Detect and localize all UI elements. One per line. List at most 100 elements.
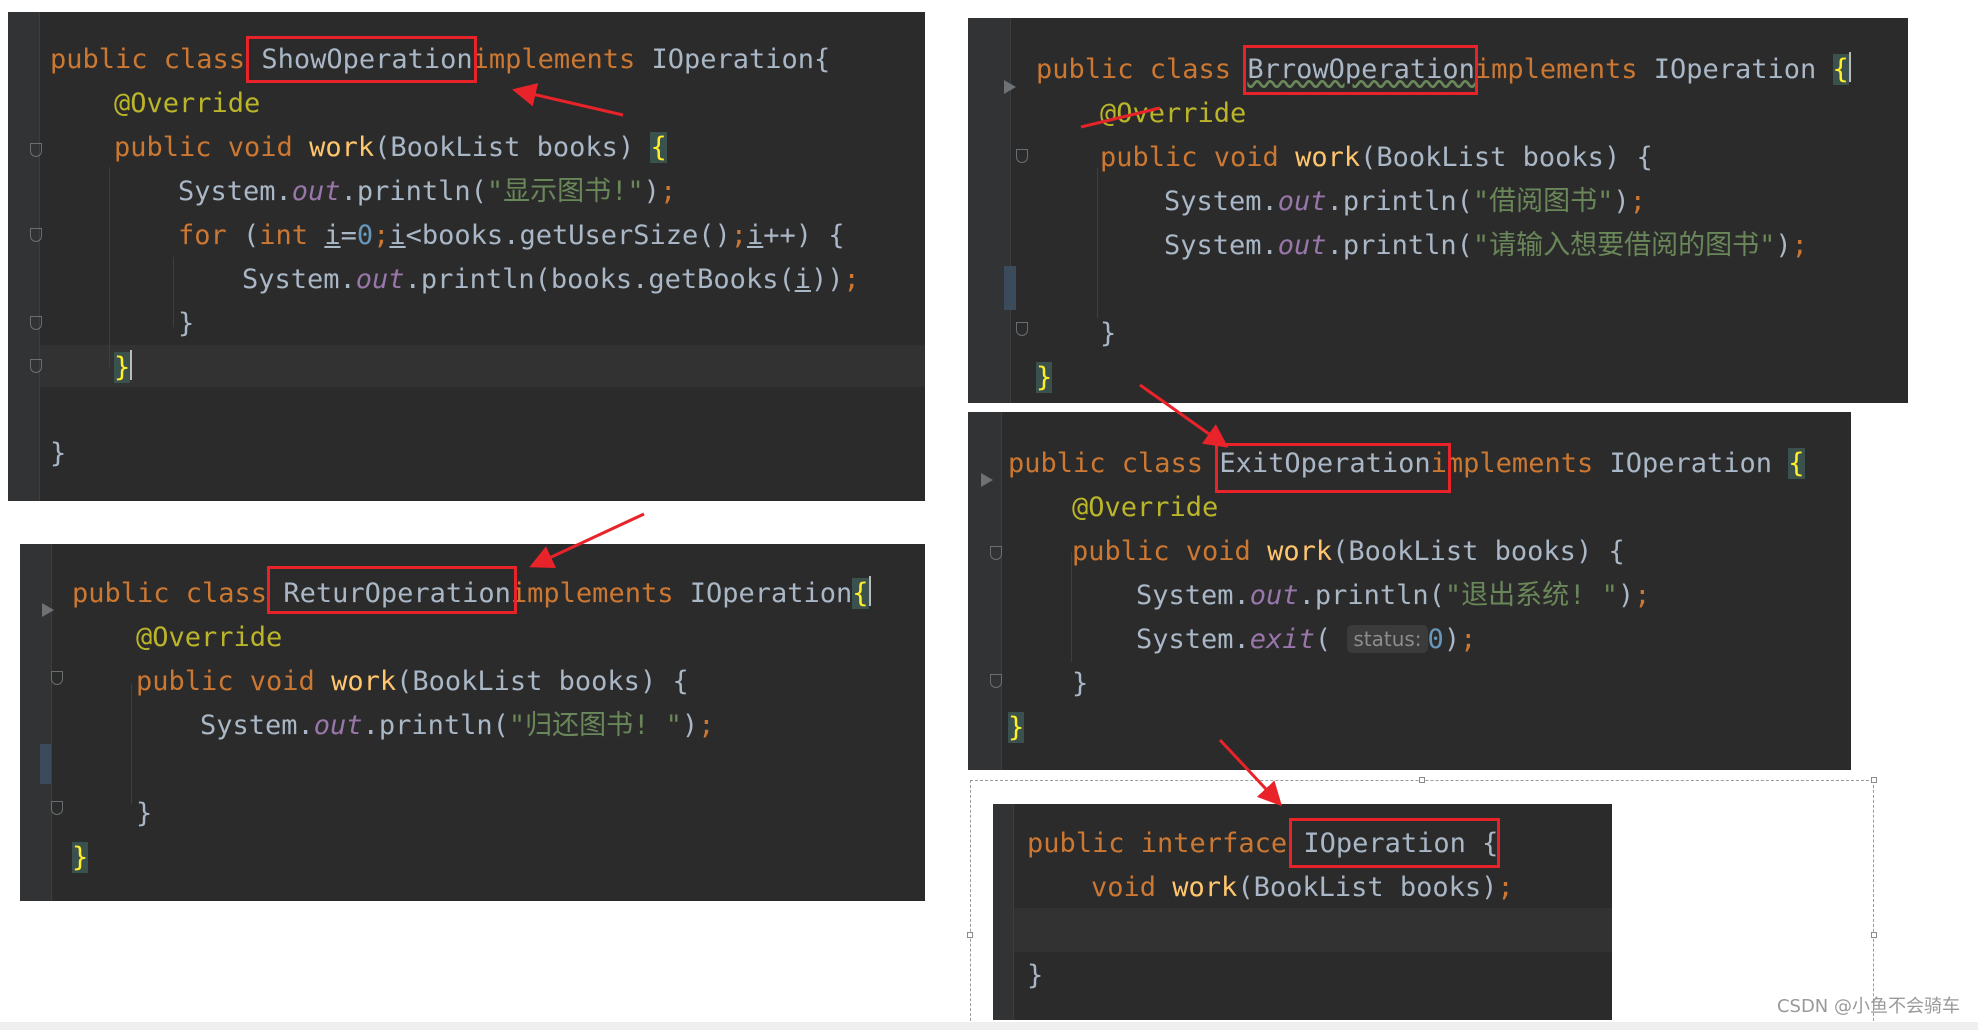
variable: i xyxy=(747,220,764,251)
code-line-method-signature[interactable]: public void work(BookList books) { xyxy=(1072,532,1625,572)
code-token: .println( xyxy=(1298,580,1445,611)
keyword: implements xyxy=(1430,448,1594,479)
method-name: work xyxy=(1295,142,1361,173)
code-line-close-method[interactable]: } xyxy=(1072,664,1088,704)
code-token: ) xyxy=(1443,624,1461,655)
code-line-println[interactable]: System.out.println("借阅图书"); xyxy=(1164,182,1646,222)
matched-brace: { xyxy=(1832,54,1849,85)
code-line-method-signature[interactable]: public void work(BookList books) { xyxy=(114,128,667,168)
code-token: <books.getUserSize() xyxy=(405,220,731,251)
code-token: System. xyxy=(1136,580,1250,611)
parameters: (BookList books) xyxy=(1237,872,1498,903)
matched-brace: { xyxy=(852,578,869,609)
code-line-close-interface[interactable]: } xyxy=(1027,956,1043,996)
static-field: out xyxy=(291,176,341,207)
fold-end-marker-icon[interactable] xyxy=(1016,322,1028,336)
string-literal: "借阅图书" xyxy=(1472,186,1614,217)
keyword: int xyxy=(259,220,325,251)
code-line-close-class[interactable]: } xyxy=(72,838,89,878)
resize-handle[interactable] xyxy=(1419,777,1425,783)
highlight-box-brrow-operation xyxy=(1243,45,1478,95)
fold-marker-icon[interactable] xyxy=(990,546,1002,560)
editor-gutter xyxy=(8,12,40,501)
code-line-annotation[interactable]: @Override xyxy=(1100,94,1246,134)
fold-marker-icon[interactable] xyxy=(30,143,42,157)
resize-handle[interactable] xyxy=(1871,932,1877,938)
change-marker xyxy=(40,744,51,784)
watermark: CSDN @小鱼不会骑车 xyxy=(1776,996,1960,1017)
code-token: System. xyxy=(178,176,292,207)
fold-marker-icon[interactable] xyxy=(1016,149,1028,163)
interface-name: IOperation xyxy=(1637,54,1833,85)
code-line-close-class[interactable]: } xyxy=(1036,358,1053,398)
fold-marker-icon[interactable] xyxy=(51,671,63,685)
static-method: exit xyxy=(1249,624,1315,655)
code-token: = xyxy=(340,220,357,251)
code-token: .println( xyxy=(362,710,509,741)
variable: i xyxy=(389,220,406,251)
code-line-method-signature[interactable]: public void work(BookList books) { xyxy=(136,662,689,702)
code-line-close-method[interactable]: } xyxy=(114,348,133,388)
highlight-box-retur-operation xyxy=(267,566,517,614)
fold-end-marker-icon[interactable] xyxy=(51,801,63,815)
resize-handle[interactable] xyxy=(967,932,973,938)
code-line-close-class[interactable]: } xyxy=(1008,708,1025,748)
keyword: public interface xyxy=(1027,828,1304,859)
highlight-box-show-operation xyxy=(246,36,477,83)
fold-end-marker-icon[interactable] xyxy=(30,359,42,373)
code-line-method-signature[interactable]: public void work(BookList books) { xyxy=(1100,138,1653,178)
variable: i xyxy=(324,220,341,251)
code-line-println-prompt[interactable]: System.out.println("请输入想要借阅的图书"); xyxy=(1164,226,1808,266)
keyword: void xyxy=(1091,872,1173,903)
code-line-close-class[interactable]: } xyxy=(50,434,66,474)
editor-gutter xyxy=(968,412,1002,770)
resize-handle[interactable] xyxy=(1871,777,1877,783)
code-token: ( xyxy=(1314,624,1348,655)
interface-name: IOperation{ xyxy=(635,44,831,75)
parameters: (BookList books) { xyxy=(1360,142,1653,173)
variable: i xyxy=(794,264,811,295)
parameters: (BookList books) { xyxy=(1332,536,1625,567)
code-token: .println( xyxy=(1326,230,1473,261)
semicolon: ; xyxy=(1629,186,1646,217)
keyword: public void xyxy=(1100,142,1296,173)
fold-marker-icon[interactable] xyxy=(30,228,42,242)
code-line-println-books[interactable]: System.out.println(books.getBooks(i)); xyxy=(242,260,860,300)
change-marker xyxy=(1004,266,1016,310)
code-line-for-loop[interactable]: for (int i=0;i<books.getUserSize();i++) … xyxy=(178,216,845,256)
matched-brace: } xyxy=(114,352,131,383)
static-field: out xyxy=(313,710,363,741)
code-line-method-declaration[interactable]: void work(BookList books); xyxy=(1091,868,1514,908)
code-token: ) xyxy=(1613,186,1630,217)
interface-name: IOperation xyxy=(1593,448,1789,479)
code-token: ++) { xyxy=(763,220,845,251)
code-line-annotation[interactable]: @Override xyxy=(114,84,260,124)
semicolon: ; xyxy=(730,220,748,251)
indent-guide xyxy=(173,257,174,327)
code-token: ) xyxy=(643,176,660,207)
code-line-close-method[interactable]: } xyxy=(136,794,152,834)
code-line-annotation[interactable]: @Override xyxy=(1072,488,1218,528)
number-literal: 0 xyxy=(356,220,374,251)
highlight-box-ioperation xyxy=(1289,818,1500,868)
code-line-println[interactable]: System.out.println("退出系统! "); xyxy=(1136,576,1650,616)
highlight-box-exit-operation xyxy=(1215,443,1451,493)
method-name: work xyxy=(331,666,397,697)
code-line-close-method[interactable]: } xyxy=(1100,314,1116,354)
code-line-println[interactable]: System.out.println("显示图书!"); xyxy=(178,172,676,212)
number-literal: 0 xyxy=(1427,624,1444,655)
code-line-println[interactable]: System.out.println("归还图书! "); xyxy=(200,706,714,746)
breakpoint-arrow-icon xyxy=(981,473,993,487)
indent-guide xyxy=(1097,168,1098,318)
fold-end-marker-icon[interactable] xyxy=(990,674,1002,688)
code-line-close-for[interactable]: } xyxy=(178,304,194,344)
method-name: work xyxy=(309,132,375,163)
code-line-system-exit[interactable]: System.exit( status: 0); xyxy=(1136,620,1476,660)
method-name: work xyxy=(1172,872,1238,903)
keyword: public void xyxy=(114,132,310,163)
code-line-annotation[interactable]: @Override xyxy=(136,618,282,658)
string-literal: "显示图书!" xyxy=(486,176,644,207)
matched-brace: { xyxy=(650,132,667,163)
fold-end-marker-icon[interactable] xyxy=(30,316,42,330)
code-token: .println( xyxy=(340,176,487,207)
